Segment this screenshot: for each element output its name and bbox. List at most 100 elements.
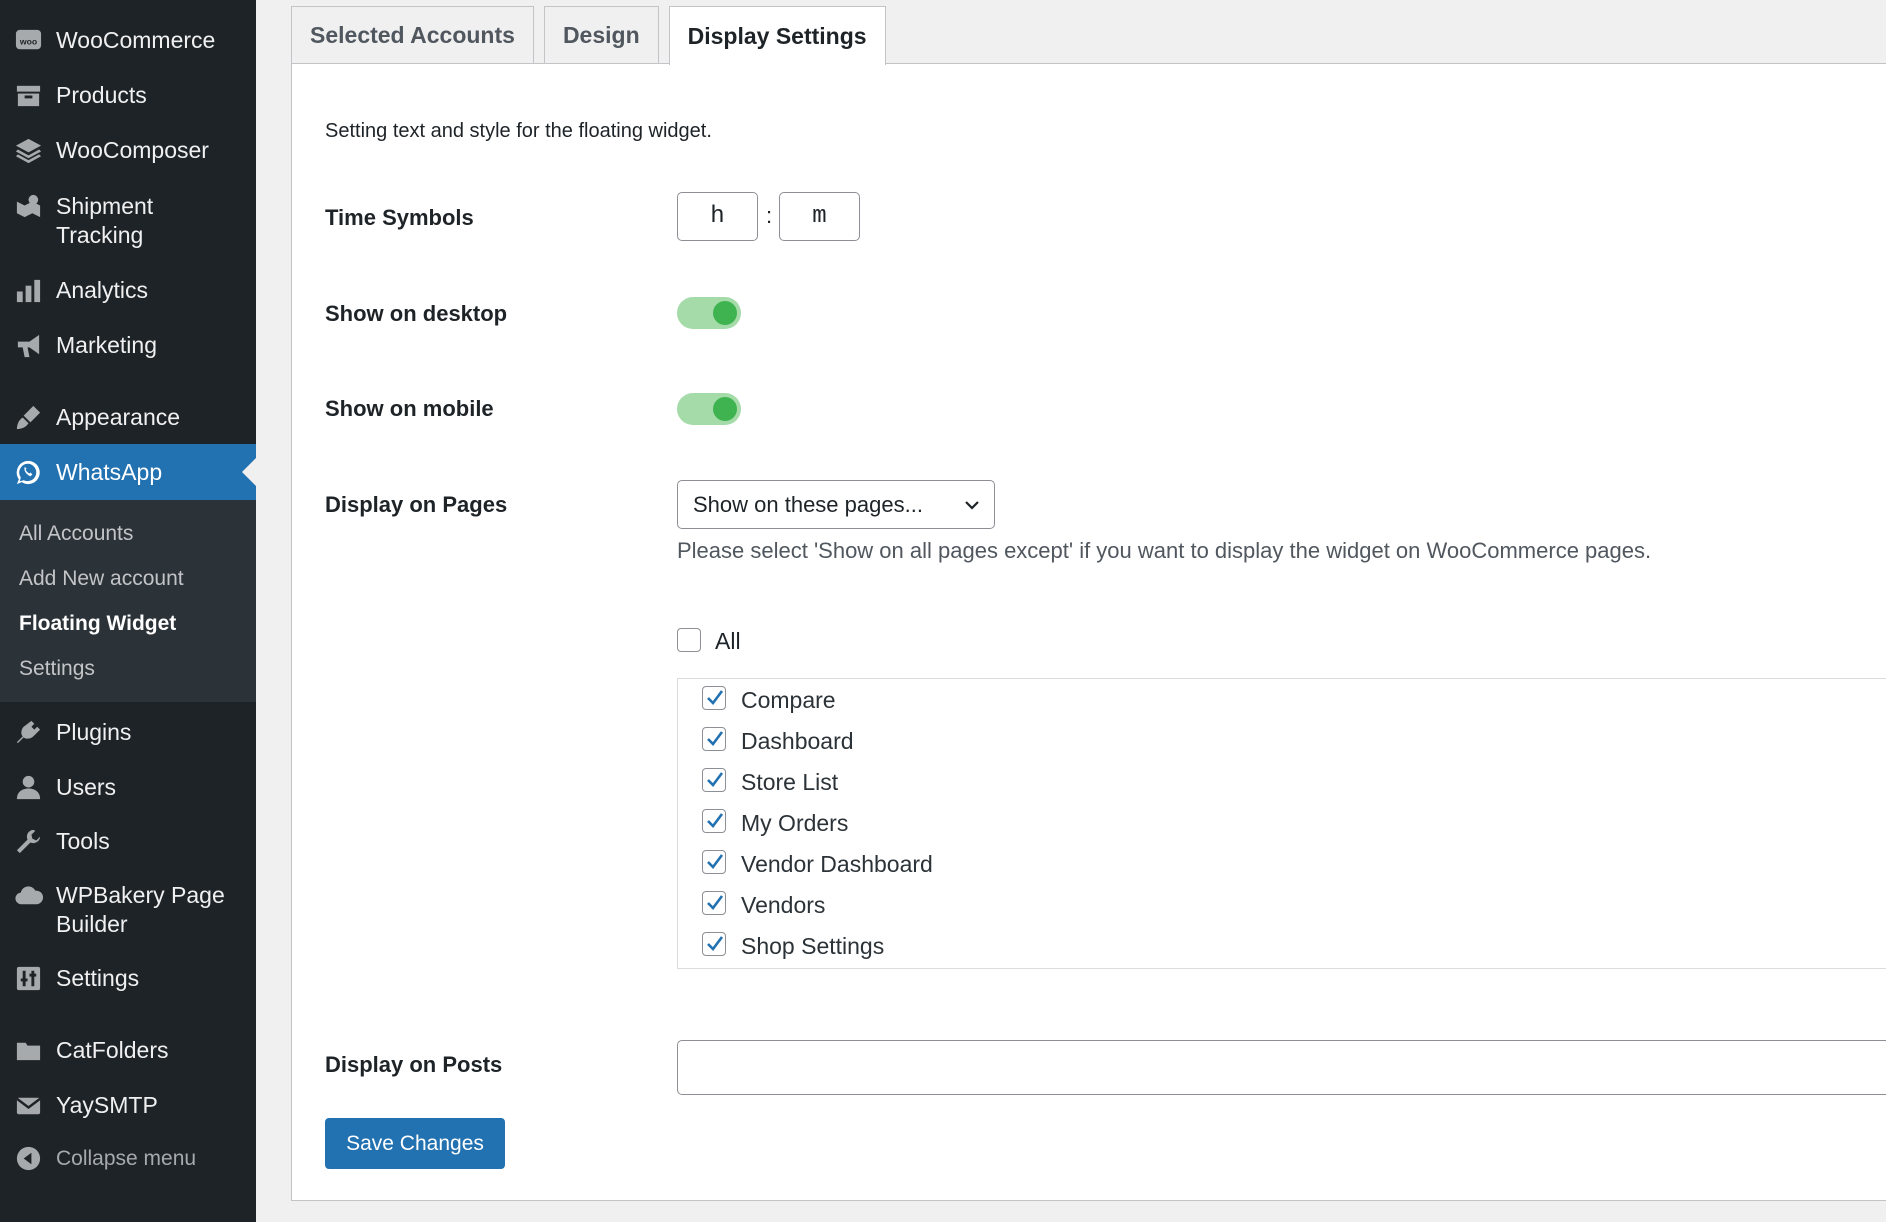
menu-item-shipment-tracking[interactable]: Shipment Tracking bbox=[0, 192, 256, 250]
menu-label: Users bbox=[56, 774, 117, 800]
bar-chart-icon bbox=[0, 276, 56, 305]
megaphone-icon bbox=[0, 331, 56, 360]
menu-label: Marketing bbox=[56, 332, 157, 358]
menu-item-woocomposer[interactable]: WooComposer bbox=[0, 136, 256, 165]
menu-label: CatFolders bbox=[56, 1037, 169, 1063]
page-checkbox-compare[interactable] bbox=[702, 686, 726, 710]
page-checkbox-vendors[interactable] bbox=[702, 891, 726, 915]
checkmark-icon bbox=[707, 895, 724, 910]
layers-icon bbox=[0, 136, 56, 165]
settings-panel bbox=[291, 63, 1886, 1201]
menu-item-marketing[interactable]: Marketing bbox=[0, 331, 256, 360]
menu-label: Shipment Tracking bbox=[56, 193, 154, 248]
page-label: Vendor Dashboard bbox=[741, 850, 933, 877]
menu-item-plugins[interactable]: Plugins bbox=[0, 718, 256, 747]
time-symbols-label: Time Symbols bbox=[325, 205, 474, 230]
page-checkbox-my-orders[interactable] bbox=[702, 809, 726, 833]
menu-label: Plugins bbox=[56, 719, 132, 745]
checkmark-icon bbox=[707, 813, 724, 828]
menu-item-appearance[interactable]: Appearance bbox=[0, 403, 256, 432]
menu-label: Analytics bbox=[56, 277, 149, 303]
all-pages-label: All bbox=[715, 628, 741, 654]
menu-label: Appearance bbox=[56, 404, 181, 430]
paintbrush-icon bbox=[0, 403, 56, 432]
collapse-menu-button[interactable]: Collapse menu bbox=[0, 1144, 256, 1173]
collapse-label: Collapse menu bbox=[56, 1147, 197, 1170]
show-desktop-label: Show on desktop bbox=[325, 301, 508, 326]
toggle-knob bbox=[713, 397, 737, 421]
page-label: Shop Settings bbox=[741, 932, 885, 959]
menu-item-settings[interactable]: Settings bbox=[0, 964, 256, 993]
tab-selected-accounts[interactable]: Selected Accounts bbox=[291, 6, 534, 64]
menu-item-catfolders[interactable]: CatFolders bbox=[0, 1036, 256, 1065]
truck-icon bbox=[0, 192, 56, 221]
menu-label: Products bbox=[56, 82, 147, 108]
time-separator: : bbox=[766, 203, 773, 228]
submenu-floating-widget[interactable]: Floating Widget bbox=[19, 612, 176, 636]
menu-label: Settings bbox=[56, 965, 140, 991]
time-hour-input[interactable] bbox=[677, 192, 758, 241]
show-desktop-toggle[interactable] bbox=[677, 297, 741, 329]
list-item[interactable]: Compare bbox=[702, 683, 836, 713]
all-pages-checkbox[interactable] bbox=[677, 628, 701, 652]
plugin-icon bbox=[0, 718, 56, 747]
folder-icon bbox=[0, 1036, 56, 1065]
list-item[interactable]: Store List bbox=[702, 765, 838, 795]
checkmark-icon bbox=[707, 690, 724, 705]
save-changes-button[interactable]: Save Changes bbox=[325, 1118, 505, 1169]
tab-bar: Selected Accounts Design Display Setting… bbox=[291, 6, 896, 65]
show-mobile-toggle[interactable] bbox=[677, 393, 741, 425]
submenu-add-new-account[interactable]: Add New account bbox=[19, 567, 184, 591]
page-checkbox-shop-settings[interactable] bbox=[702, 932, 726, 956]
svg-text:woo: woo bbox=[18, 36, 36, 46]
display-posts-field[interactable] bbox=[677, 1040, 1886, 1095]
menu-item-products[interactable]: Products bbox=[0, 81, 256, 110]
cloud-icon bbox=[0, 881, 56, 910]
page-checkbox-vendor-dashboard[interactable] bbox=[702, 850, 726, 874]
list-item[interactable]: Shop Settings bbox=[702, 929, 884, 959]
checkmark-icon bbox=[707, 772, 724, 787]
submenu-all-accounts[interactable]: All Accounts bbox=[19, 522, 133, 546]
page-label: Vendors bbox=[741, 891, 826, 918]
list-item[interactable]: Vendors bbox=[702, 888, 825, 918]
whatsapp-icon bbox=[0, 458, 56, 487]
menu-item-woocommerce[interactable]: woo WooCommerce bbox=[0, 26, 256, 55]
checkmark-icon bbox=[707, 854, 724, 869]
time-minute-input[interactable] bbox=[779, 192, 860, 241]
page-label: Store List bbox=[741, 768, 839, 795]
menu-label: WooCommerce bbox=[56, 27, 216, 53]
panel-intro: Setting text and style for the floating … bbox=[325, 120, 712, 142]
page-checkbox-store-list[interactable] bbox=[702, 768, 726, 792]
display-posts-label: Display on Posts bbox=[325, 1052, 503, 1077]
page-label: My Orders bbox=[741, 809, 849, 836]
select-value: Show on these pages... bbox=[693, 491, 923, 517]
active-indicator bbox=[242, 458, 256, 486]
admin-sidebar: woo WooCommerce Products WooComposer Shi… bbox=[0, 0, 256, 1222]
menu-label: YaySMTP bbox=[56, 1092, 158, 1118]
whatsapp-submenu: All Accounts Add New account Floating Wi… bbox=[0, 500, 256, 702]
list-item[interactable]: Dashboard bbox=[702, 724, 854, 754]
menu-label: Tools bbox=[56, 828, 110, 854]
tab-display-settings[interactable]: Display Settings bbox=[668, 6, 886, 65]
display-pages-label: Display on Pages bbox=[325, 492, 508, 517]
display-pages-select[interactable]: Show on these pages... bbox=[677, 480, 995, 529]
menu-item-analytics[interactable]: Analytics bbox=[0, 276, 256, 305]
menu-item-yaysmtp[interactable]: YaySMTP bbox=[0, 1091, 256, 1120]
list-item[interactable]: My Orders bbox=[702, 806, 848, 836]
sliders-icon bbox=[0, 964, 56, 993]
envelope-icon bbox=[0, 1091, 56, 1120]
chevron-down-icon bbox=[965, 501, 979, 510]
menu-item-users[interactable]: Users bbox=[0, 773, 256, 802]
collapse-arrow-icon bbox=[0, 1144, 56, 1173]
menu-item-whatsapp[interactable]: WhatsApp bbox=[0, 444, 256, 500]
page-checkbox-dashboard[interactable] bbox=[702, 727, 726, 751]
page-checklist: Compare Dashboard Store List My Orders V… bbox=[677, 678, 1886, 969]
tab-design[interactable]: Design bbox=[543, 6, 659, 64]
user-icon bbox=[0, 773, 56, 802]
checkmark-icon bbox=[707, 731, 724, 746]
show-mobile-label: Show on mobile bbox=[325, 396, 494, 421]
list-item[interactable]: Vendor Dashboard bbox=[702, 847, 933, 877]
submenu-settings[interactable]: Settings bbox=[19, 657, 95, 681]
menu-item-tools[interactable]: Tools bbox=[0, 827, 256, 856]
menu-item-wpbakery[interactable]: WPBakery Page Builder bbox=[0, 881, 256, 939]
